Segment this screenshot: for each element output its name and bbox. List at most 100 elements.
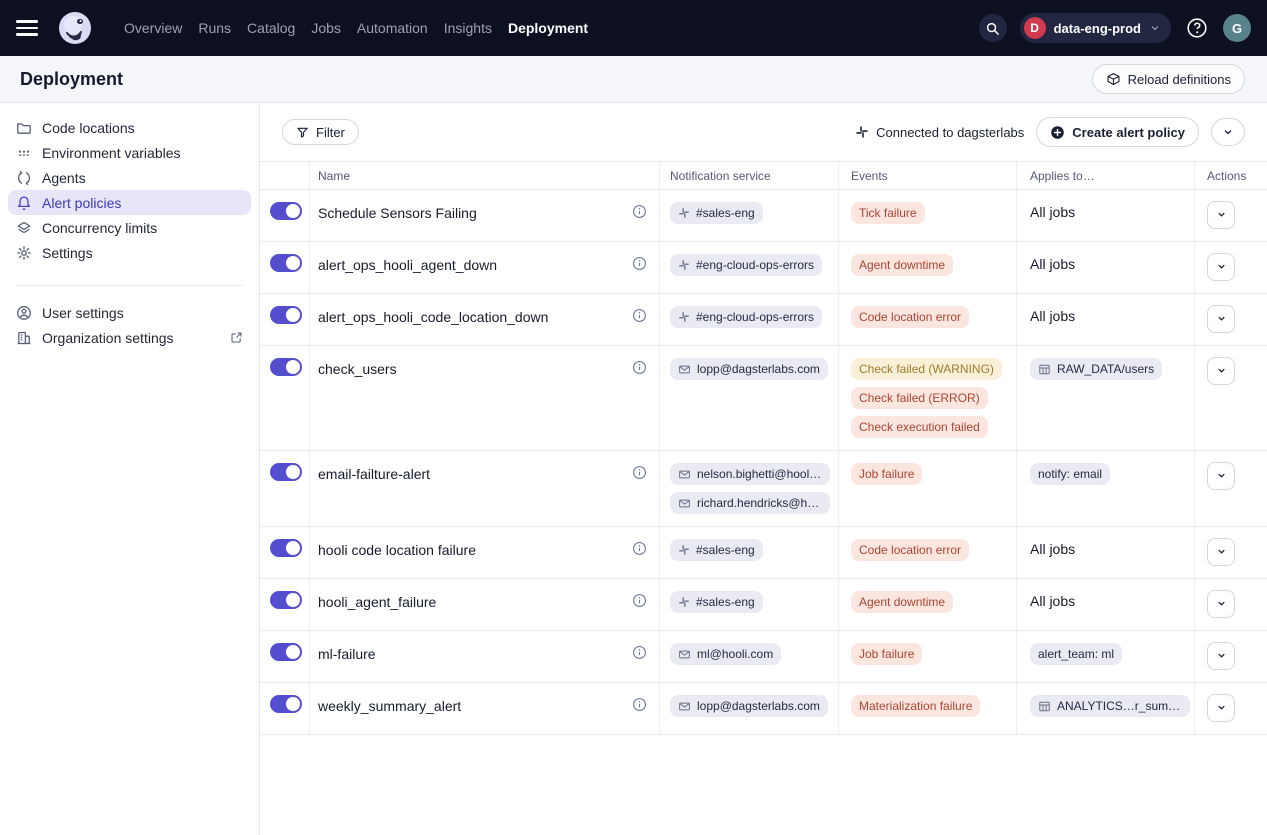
sidebar-item-alert-policies[interactable]: Alert policies (8, 190, 251, 215)
info-icon[interactable] (632, 202, 647, 219)
chevron-down-icon (1222, 126, 1234, 138)
event-label: Check execution failed (859, 420, 980, 434)
notification-label: #eng-cloud-ops-errors (696, 310, 814, 324)
sidebar-item-settings[interactable]: Settings (8, 240, 251, 265)
name-cell: check_users (310, 346, 660, 450)
applies-to-label: ANALYTICS…r_summary (1057, 699, 1182, 713)
sidebar-item-organization-settings[interactable]: Organization settings (8, 325, 251, 350)
sidebar-item-user-settings[interactable]: User settings (8, 300, 251, 325)
applies-to-cell: notify: email (1017, 451, 1195, 526)
nav-automation[interactable]: Automation (357, 20, 428, 36)
info-icon[interactable] (632, 591, 647, 608)
alert-enabled-toggle[interactable] (270, 254, 302, 272)
alert-enabled-toggle[interactable] (270, 463, 302, 481)
sidebar-label: Organization settings (42, 330, 174, 346)
row-actions-menu-button[interactable] (1207, 694, 1235, 722)
row-actions-menu-button[interactable] (1207, 462, 1235, 490)
nav-jobs[interactable]: Jobs (311, 20, 341, 36)
nav-deployment[interactable]: Deployment (508, 20, 588, 36)
reload-definitions-button[interactable]: Reload definitions (1092, 64, 1245, 94)
nav-overview[interactable]: Overview (124, 20, 182, 36)
alert-enabled-toggle[interactable] (270, 202, 302, 220)
nav-insights[interactable]: Insights (444, 20, 492, 36)
more-actions-button[interactable] (1211, 118, 1245, 146)
alert-enabled-toggle[interactable] (270, 306, 302, 324)
notification-chip: lopp@dagsterlabs.com (670, 358, 828, 380)
events-cell: Job failure (839, 631, 1017, 682)
sidebar-item-environment-variables[interactable]: Environment variables (8, 140, 251, 165)
workspace-selector[interactable]: D data-eng-prod (1020, 13, 1171, 43)
info-icon[interactable] (632, 358, 647, 375)
info-icon[interactable] (632, 306, 647, 323)
menu-icon[interactable] (16, 14, 44, 42)
info-icon[interactable] (632, 539, 647, 556)
event-label: Agent downtime (859, 595, 945, 609)
applies-to-value: All jobs (1030, 593, 1075, 609)
alert-enabled-toggle[interactable] (270, 539, 302, 557)
events-cell: Agent downtime (839, 242, 1017, 293)
actions-cell (1195, 190, 1267, 241)
event-chip: Job failure (851, 463, 922, 485)
notification-label: richard.hendricks@hooli… (697, 496, 822, 510)
sidebar-item-concurrency-limits[interactable]: Concurrency limits (8, 215, 251, 240)
main-content: Filter Connected to dagsterlabs Create a… (260, 103, 1267, 835)
email-icon (678, 363, 691, 376)
notification-chip: #sales-eng (670, 591, 763, 613)
env-vars-icon (16, 145, 32, 161)
applies-to-value: All jobs (1030, 541, 1075, 557)
row-actions-menu-button[interactable] (1207, 538, 1235, 566)
name-cell: Schedule Sensors Failing (310, 190, 660, 241)
email-icon (678, 497, 691, 510)
sidebar-label: Environment variables (42, 145, 181, 161)
row-actions-menu-button[interactable] (1207, 305, 1235, 333)
nav-runs[interactable]: Runs (198, 20, 231, 36)
events-cell: Code location error (839, 527, 1017, 578)
policy-name: check_users (318, 358, 397, 379)
row-actions-menu-button[interactable] (1207, 201, 1235, 229)
nav-catalog[interactable]: Catalog (247, 20, 295, 36)
info-icon[interactable] (632, 643, 647, 660)
help-button[interactable] (1184, 15, 1210, 41)
empty-area (260, 735, 1267, 835)
alert-enabled-toggle[interactable] (270, 591, 302, 609)
name-cell: alert_ops_hooli_code_location_down (310, 294, 660, 345)
sidebar-item-agents[interactable]: Agents (8, 165, 251, 190)
table-row: alert_ops_hooli_code_location_down #eng-c… (260, 294, 1267, 346)
connection-status: Connected to dagsterlabs (855, 125, 1024, 140)
filter-button[interactable]: Filter (282, 119, 359, 145)
toggle-knob (286, 697, 300, 711)
event-chip: Job failure (851, 643, 922, 665)
chevron-down-icon (1216, 312, 1227, 327)
chevron-down-icon (1216, 597, 1227, 612)
info-icon[interactable] (632, 254, 647, 271)
user-avatar[interactable]: G (1223, 14, 1251, 42)
alert-enabled-toggle[interactable] (270, 358, 302, 376)
reload-definitions-label: Reload definitions (1128, 72, 1231, 87)
search-button[interactable] (979, 14, 1007, 42)
events-cell: Check failed (WARNING)Check failed (ERRO… (839, 346, 1017, 450)
event-chip: Materialization failure (851, 695, 980, 717)
row-actions-menu-button[interactable] (1207, 357, 1235, 385)
notification-cell: lopp@dagsterlabs.com (660, 683, 839, 734)
alert-enabled-toggle[interactable] (270, 643, 302, 661)
info-icon[interactable] (632, 695, 647, 712)
table-row: email-failture-alertnelson.bighetti@hool… (260, 451, 1267, 527)
sidebar-label: Alert policies (42, 195, 121, 211)
applies-to-cell: All jobs (1017, 579, 1195, 630)
row-actions-menu-button[interactable] (1207, 642, 1235, 670)
create-alert-policy-button[interactable]: Create alert policy (1036, 117, 1199, 147)
row-actions-menu-button[interactable] (1207, 253, 1235, 281)
info-icon[interactable] (632, 463, 647, 480)
actions-cell (1195, 683, 1267, 734)
chevron-down-icon (1216, 208, 1227, 223)
sidebar-item-code-locations[interactable]: Code locations (8, 115, 251, 140)
actions-cell (1195, 527, 1267, 578)
row-actions-menu-button[interactable] (1207, 590, 1235, 618)
policy-name: hooli code location failure (318, 539, 476, 560)
toggle-cell (260, 190, 310, 241)
alert-policies-toolbar: Filter Connected to dagsterlabs Create a… (260, 103, 1267, 162)
alert-enabled-toggle[interactable] (270, 695, 302, 713)
applies-to-value: All jobs (1030, 256, 1075, 272)
event-label: Code location error (859, 543, 961, 557)
policy-name: ml-failure (318, 643, 376, 664)
